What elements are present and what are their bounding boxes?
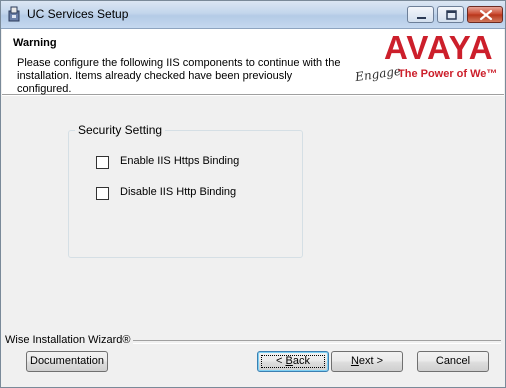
next-mnemonic: N <box>350 355 359 367</box>
wizard-label: Wise Installation Wizard® <box>5 334 134 346</box>
maximize-icon <box>446 10 457 20</box>
close-icon <box>479 9 493 21</box>
installer-app-icon <box>8 6 20 22</box>
minimize-icon <box>417 17 426 19</box>
logo-tagline: The Power of We™ <box>398 68 498 80</box>
close-button[interactable] <box>467 6 503 23</box>
header-banner: Warning Please configure the following I… <box>2 29 504 95</box>
back-button[interactable]: < Back <box>257 351 329 372</box>
maximize-button[interactable] <box>437 6 464 23</box>
logo-wordmark: AVAYA <box>384 29 494 66</box>
window-title: UC Services Setup <box>27 7 129 21</box>
next-rest: ext > <box>358 355 384 367</box>
minimize-button[interactable] <box>407 6 434 23</box>
logo-engage-script: Engage <box>354 63 402 85</box>
enable-https-checkbox[interactable] <box>96 156 109 169</box>
banner-title: Warning <box>13 37 57 49</box>
focus-rect <box>261 355 325 368</box>
avaya-logo: AVAYA Engage The Power of We™ <box>354 29 504 91</box>
footer-divider <box>129 340 501 344</box>
cancel-button[interactable]: Cancel <box>417 351 489 372</box>
disable-http-label[interactable]: Disable IIS Http Binding <box>120 186 236 198</box>
title-bar[interactable]: UC Services Setup <box>1 1 505 29</box>
banner-divider <box>2 95 504 96</box>
setup-window: UC Services Setup Warning Please configu… <box>0 0 506 388</box>
group-label: Security Setting <box>75 123 166 137</box>
disable-http-checkbox[interactable] <box>96 187 109 200</box>
documentation-button[interactable]: Documentation <box>26 351 108 372</box>
enable-https-label[interactable]: Enable IIS Https Binding <box>120 155 239 167</box>
banner-description: Please configure the following IIS compo… <box>17 57 341 95</box>
next-button[interactable]: Next > <box>331 351 403 372</box>
